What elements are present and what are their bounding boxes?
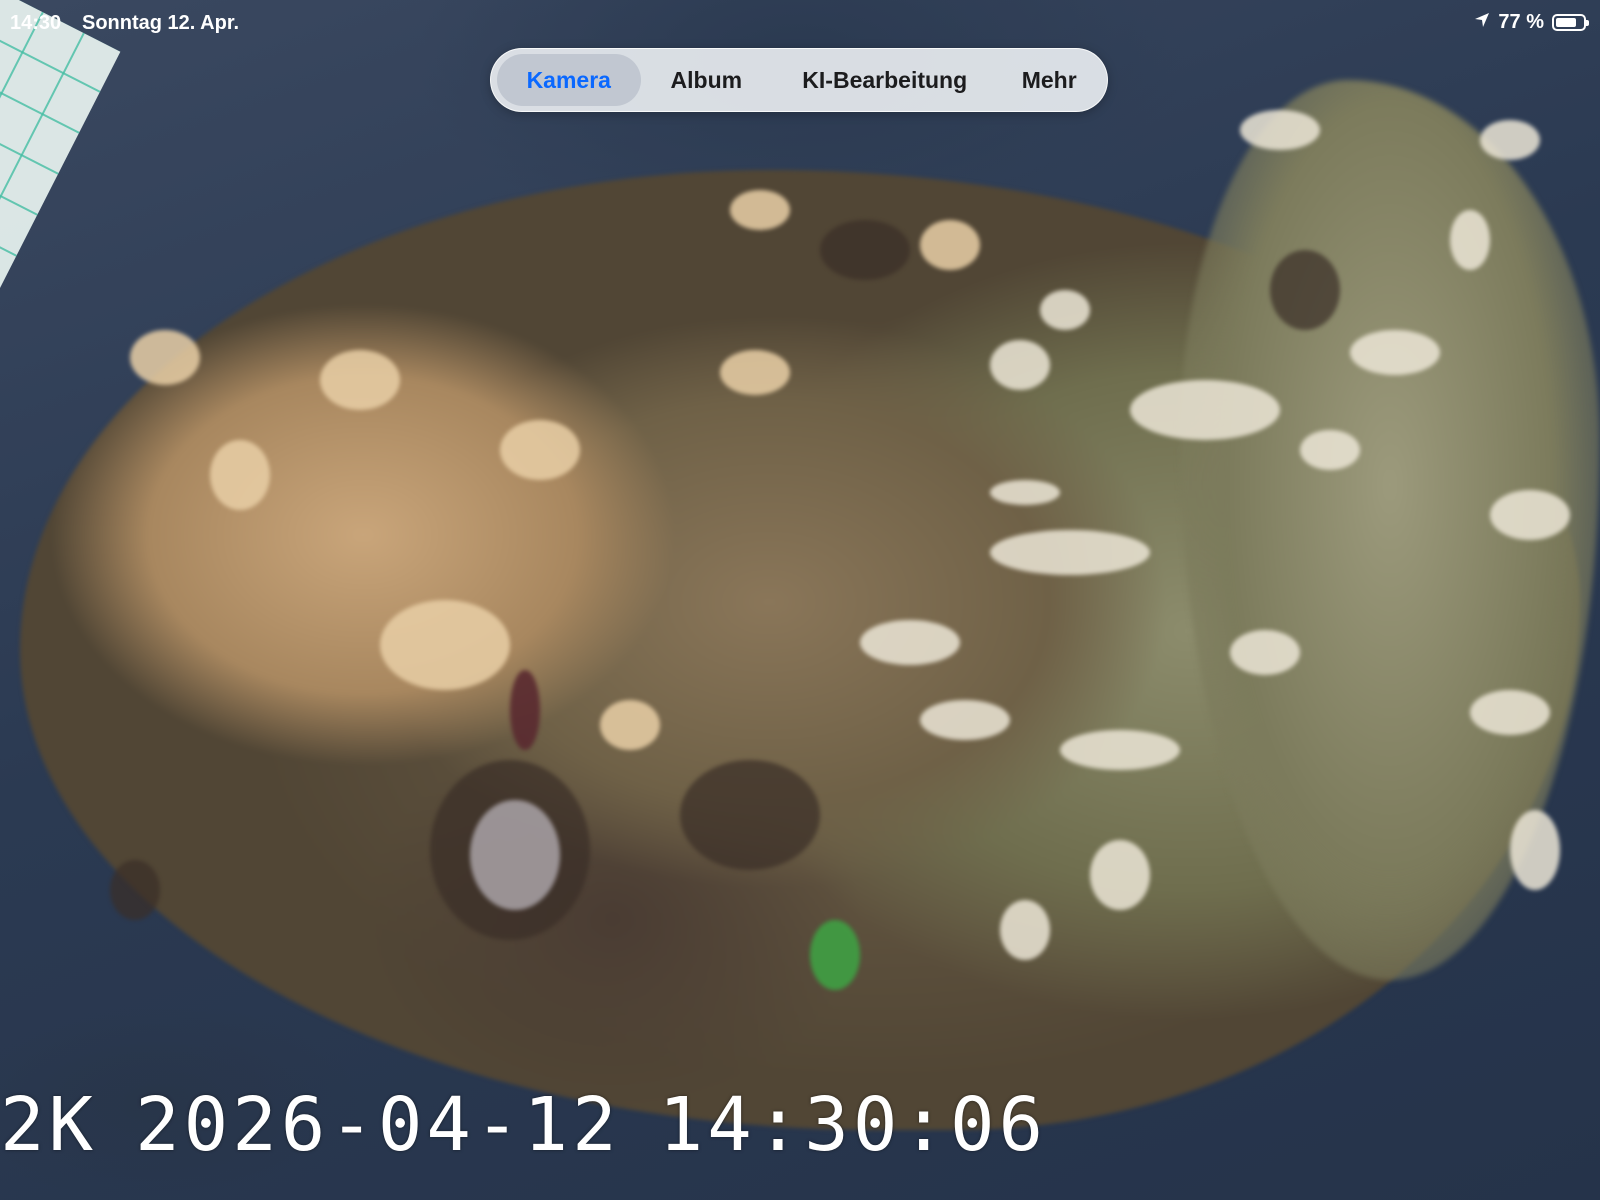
specimen-shadow: [820, 220, 910, 280]
fungus-specimen: [0, 0, 1600, 1200]
specimen-spot: [210, 440, 270, 510]
specimen-spot: [920, 220, 980, 270]
specimen-spot: [730, 190, 790, 230]
specimen-spot: [720, 350, 790, 395]
specimen-spot: [600, 700, 660, 750]
green-fragment: [810, 920, 860, 990]
specimen-shadow: [110, 860, 160, 920]
tab-kamera[interactable]: Kamera: [497, 54, 641, 106]
specimen-spot: [1040, 290, 1090, 330]
specimen-spot: [1130, 380, 1280, 440]
mode-tab-bar: Kamera Album KI-Bearbeitung Mehr: [490, 48, 1108, 112]
specimen-spot: [990, 480, 1060, 505]
timestamp-time: 14:30:06: [658, 1082, 1048, 1168]
specimen-spot: [320, 350, 400, 410]
battery-icon: [1552, 14, 1589, 31]
specimen-spot: [1480, 120, 1540, 160]
specimen-spot: [1300, 430, 1360, 470]
camera-screen: 14:30 Sonntag 12. Apr. 77 % Kamera Album…: [0, 0, 1600, 1200]
specimen-spot: [1510, 810, 1560, 890]
specimen-spot: [1240, 110, 1320, 150]
tab-album[interactable]: Album: [641, 54, 773, 106]
status-bar: 14:30 Sonntag 12. Apr. 77 %: [0, 0, 1600, 48]
battery-fill: [1556, 18, 1576, 27]
specimen-spot: [1000, 900, 1050, 960]
specimen-spot: [1060, 730, 1180, 770]
specimen-spot: [130, 330, 200, 385]
specimen-spot: [1470, 690, 1550, 735]
battery-percent: 77 %: [1498, 11, 1544, 33]
specimen-spot: [860, 620, 960, 665]
camera-live-view: [0, 0, 1600, 1200]
status-date: Sonntag 12. Apr.: [82, 12, 240, 34]
specimen-spot: [990, 340, 1050, 390]
tab-mehr[interactable]: Mehr: [997, 54, 1101, 106]
specimen-spot: [1490, 490, 1570, 540]
specimen-shadow: [680, 760, 820, 870]
specimen-seed: [510, 670, 540, 750]
timestamp-date: 2026-04-12: [135, 1082, 621, 1168]
specimen-spot: [1090, 840, 1150, 910]
specimen-spot: [990, 530, 1150, 575]
specimen-spot: [920, 700, 1010, 740]
specimen-spot: [500, 420, 580, 480]
status-indicators: 77 %: [1474, 11, 1589, 34]
timestamp-overlay: 2K 2026-04-12 14:30:06: [0, 1082, 1085, 1168]
specimen-spot: [1230, 630, 1300, 675]
location-arrow-icon: [1474, 11, 1490, 34]
tab-ki-bearbeitung[interactable]: KI-Bearbeitung: [772, 54, 997, 106]
status-time: 14:30: [10, 12, 62, 34]
specimen-highlight: [470, 800, 560, 910]
resolution-label: 2K: [0, 1082, 98, 1168]
specimen-spot: [380, 600, 510, 690]
specimen-spot: [1350, 330, 1440, 375]
specimen-spot: [1450, 210, 1490, 270]
specimen-shadow: [1270, 250, 1340, 330]
